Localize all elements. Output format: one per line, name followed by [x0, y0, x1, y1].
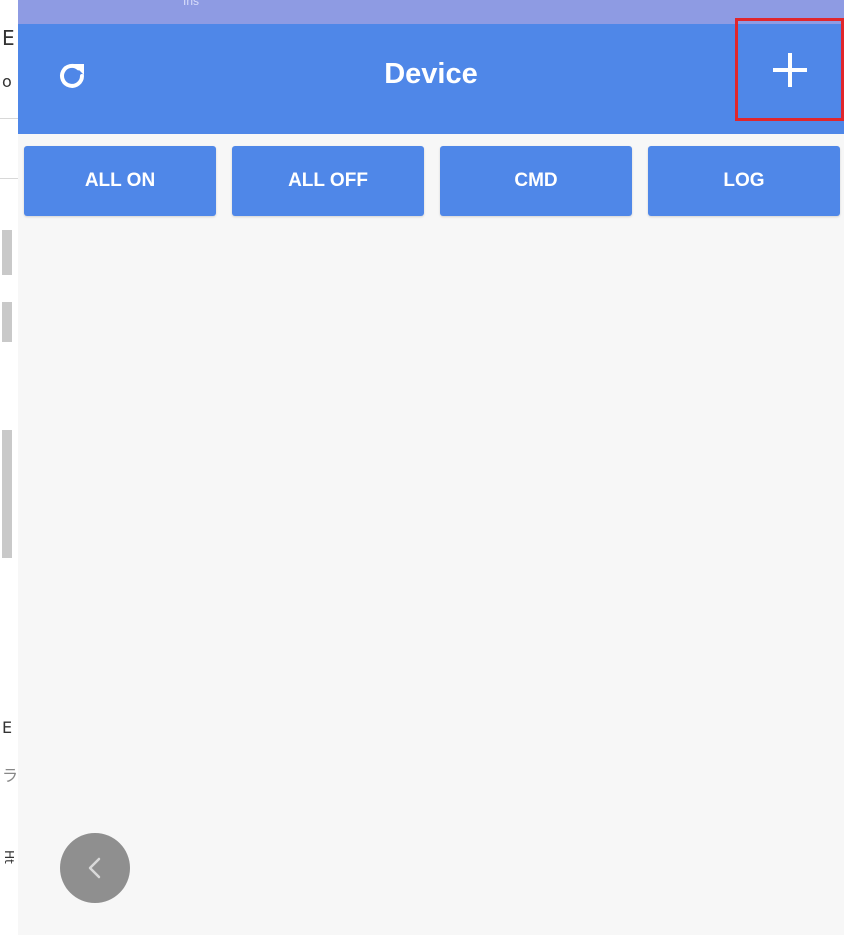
cmd-button[interactable]: CMD [440, 146, 632, 216]
divider [0, 118, 18, 119]
status-bar: Ins [18, 0, 844, 24]
plus-icon [772, 52, 807, 87]
divider [0, 178, 18, 179]
device-screen: Ins Device ALL ON ALL OFF CMD LOG [18, 0, 844, 935]
background-text: Ht [1, 850, 16, 864]
background-text: ラ [2, 766, 18, 785]
action-button-row: ALL ON ALL OFF CMD LOG [24, 146, 844, 216]
device-list-area [18, 230, 844, 935]
log-button[interactable]: LOG [648, 146, 840, 216]
background-window-edge: E o E ラ Ht [0, 0, 18, 935]
page-title: Device [384, 58, 478, 90]
background-scroll-block [2, 430, 12, 558]
add-device-button[interactable] [735, 18, 844, 121]
background-scroll-block [2, 230, 12, 275]
chevron-left-icon [88, 857, 101, 879]
background-text: E [2, 26, 15, 50]
background-scroll-block [2, 302, 12, 342]
background-text: E [2, 718, 13, 737]
status-text: Ins [183, 0, 200, 8]
background-text: o [2, 72, 12, 91]
all-off-button[interactable]: ALL OFF [232, 146, 424, 216]
back-button[interactable] [60, 833, 130, 903]
app-bar: Device [18, 18, 844, 134]
all-on-button[interactable]: ALL ON [24, 146, 216, 216]
